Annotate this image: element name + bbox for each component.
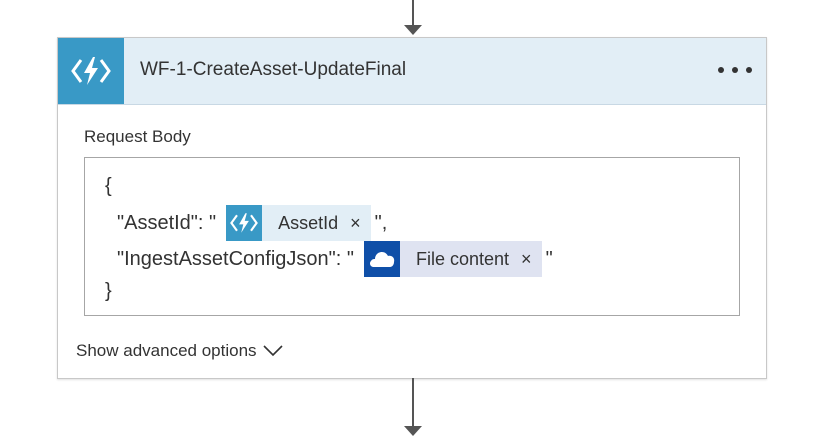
asset-id-key: "AssetId": " — [117, 211, 217, 234]
ingest-config-suffix: " — [545, 247, 553, 270]
open-brace: { — [105, 175, 112, 197]
close-brace: } — [105, 280, 112, 302]
close-icon[interactable]: × — [350, 213, 371, 234]
advanced-options-label: Show advanced options — [76, 341, 257, 360]
asset-id-suffix: ", — [374, 211, 388, 234]
more-options-icon — [718, 67, 724, 73]
action-card: WF-1-CreateAsset-UpdateFinal Request Bod… — [57, 37, 767, 379]
token-label: File content — [415, 248, 510, 269]
action-card-header[interactable]: WF-1-CreateAsset-UpdateFinal — [58, 38, 766, 105]
body-line-ingest-config: "IngestAssetConfigJson": " File content … — [117, 241, 553, 277]
onedrive-icon — [363, 241, 400, 277]
request-body-editor[interactable]: { "AssetId": " AssetId × ", "IngestAsset… — [84, 157, 740, 316]
flow-arrow-in — [404, 0, 422, 37]
request-body-label: Request Body — [84, 127, 191, 146]
action-title[interactable]: WF-1-CreateAsset-UpdateFinal — [140, 59, 406, 81]
ingest-config-key: "IngestAssetConfigJson": " — [117, 247, 354, 270]
token-label: AssetId — [278, 212, 339, 233]
azure-function-icon — [58, 38, 124, 104]
show-advanced-options-button[interactable]: Show advanced options — [76, 341, 283, 361]
flow-arrow-out — [404, 378, 422, 438]
asset-id-token[interactable]: AssetId × — [226, 205, 371, 241]
chevron-down-icon — [262, 345, 283, 357]
close-icon[interactable]: × — [521, 249, 542, 270]
file-content-token[interactable]: File content × — [363, 241, 542, 277]
body-line-asset-id: "AssetId": " AssetId × ", — [117, 205, 387, 241]
more-options-button[interactable] — [718, 60, 752, 80]
azure-function-icon — [226, 205, 263, 241]
